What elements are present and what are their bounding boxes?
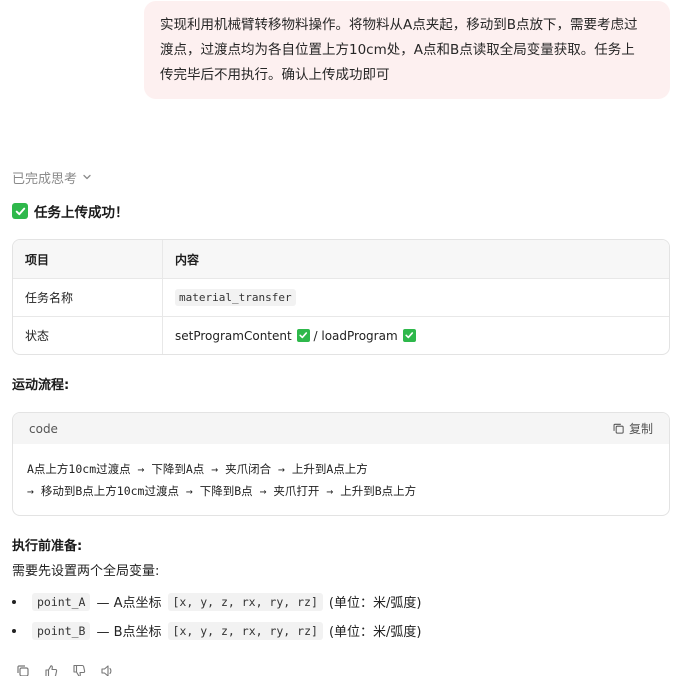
flow-code-block: code 复制 A点上方10cm过渡点 → 下降到A点 → 夹爪闭合 → 上升到… [12, 412, 670, 516]
success-label: 任务上传成功！ [34, 205, 129, 221]
copy-icon[interactable] [16, 664, 30, 676]
var-desc: — A点坐标 [96, 596, 162, 611]
code-block-body: A点上方10cm过渡点 → 下降到A点 → 夹爪闭合 → 上升到A点上方 → 移… [13, 444, 669, 515]
check-icon [402, 329, 416, 342]
user-message-line: 实现利用机械臂转移物料操作。将物料从A点夹起，移动到B点放下，需要考虑过 [160, 17, 638, 33]
code-line: → 移动到B点上方10cm过渡点 → 下降到B点 → 夹爪打开 → 上升到B点上… [27, 484, 417, 498]
copy-button[interactable]: 复制 [612, 420, 653, 437]
var-coords: [x, y, z, rx, ry, rz] [167, 592, 323, 611]
user-message-bubble: 实现利用机械臂转移物料操作。将物料从A点夹起，移动到B点放下，需要考虑过 渡点，… [144, 1, 670, 99]
bullet-dot [12, 628, 16, 633]
code-block-header: code 复制 [13, 413, 669, 444]
success-heading: 任务上传成功！ [12, 201, 129, 221]
status-value-a: setProgramContent [175, 328, 292, 343]
message-actions [16, 664, 114, 676]
status-value-b: loadProgram [321, 328, 398, 343]
var-name: point_A [32, 592, 91, 611]
table-cell-key: 状态 [13, 317, 163, 354]
list-item: point_A — A点坐标 [x, y, z, rx, ry, rz] (单位… [12, 592, 421, 611]
var-unit: (单位：米/弧度) [328, 596, 422, 611]
table-header-row: 项目 内容 [13, 240, 669, 278]
list-item: point_B — B点坐标 [x, y, z, rx, ry, rz] (单位… [12, 621, 421, 640]
user-message-line: 传完毕后不用执行。确认上传成功即可 [160, 67, 390, 83]
copy-label: 复制 [628, 422, 653, 436]
task-name-code: material_transfer [175, 289, 296, 306]
check-icon [12, 203, 28, 219]
code-lang-label: code [29, 421, 58, 436]
table-row: 状态 setProgramContent / loadProgram [13, 316, 669, 354]
prep-intro: 需要先设置两个全局变量: [12, 564, 160, 579]
task-info-table: 项目 内容 任务名称 material_transfer 状态 setProgr… [12, 239, 670, 355]
table-cell-key: 任务名称 [13, 279, 163, 316]
check-icon [296, 329, 310, 342]
var-coords: [x, y, z, rx, ry, rz] [167, 621, 323, 640]
prep-section-title: 执行前准备: [12, 539, 83, 554]
thinking-toggle[interactable]: 已完成思考 [12, 167, 93, 187]
var-unit: (单位：米/弧度) [328, 625, 422, 640]
chevron-down-icon [83, 174, 91, 180]
var-name: point_B [32, 621, 91, 640]
speaker-icon[interactable] [100, 664, 114, 676]
code-line: A点上方10cm过渡点 → 下降到A点 → 夹爪闭合 → 上升到A点上方 [27, 462, 368, 476]
table-header-cell: 内容 [175, 252, 200, 267]
thinking-label: 已完成思考 [12, 171, 78, 187]
copy-icon [613, 423, 624, 434]
status-separator: / [309, 328, 322, 343]
user-message-line: 渡点，过渡点均为各自位置上方10cm处，A点和B点读取全局变量获取。任务上 [160, 42, 635, 58]
table-row: 任务名称 material_transfer [13, 278, 669, 316]
flow-section-title: 运动流程: [12, 378, 70, 393]
table-cell-value: setProgramContent / loadProgram [163, 317, 669, 354]
var-desc: — B点坐标 [96, 625, 162, 640]
thumbs-up-icon[interactable] [44, 664, 58, 676]
table-cell-value: material_transfer [163, 279, 669, 316]
bullet-dot [12, 599, 16, 604]
thumbs-down-icon[interactable] [72, 664, 86, 676]
table-header-cell: 项目 [13, 240, 163, 278]
